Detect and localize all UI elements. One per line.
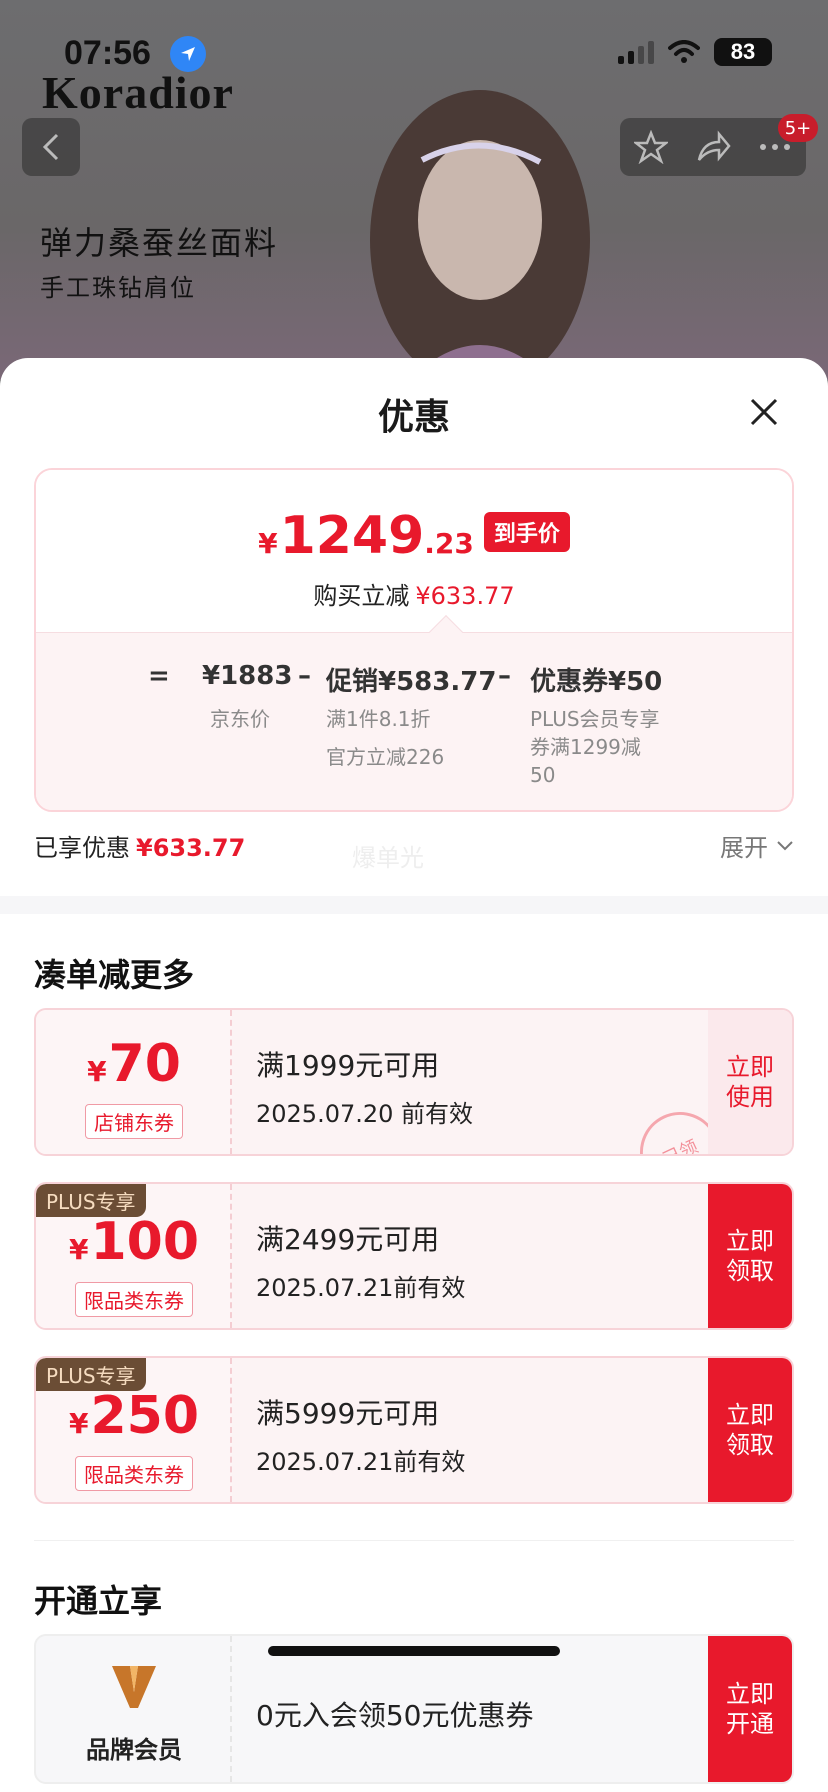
coupon-expiry: 2025.07.21前有效	[256, 1448, 466, 1476]
reduction-label: 购买立减	[313, 582, 410, 610]
price-currency: ¥	[258, 527, 278, 560]
expand-label: 展开	[720, 834, 768, 862]
coupon-card: PLUS专享 ¥100 限品类东券 满2499元可用 2025.07.21前有效…	[34, 1182, 794, 1330]
section-divider	[0, 896, 828, 914]
coupon-card: PLUS专享 ¥250 限品类东券 满5999元可用 2025.07.21前有效…	[34, 1356, 794, 1504]
coupon-condition: 满1999元可用	[256, 1049, 440, 1082]
base-price-label: 京东价	[210, 707, 270, 731]
formula-coupon: 优惠券¥50	[530, 667, 663, 697]
brand-member-card: 品牌会员 0元入会领50元优惠券 立即 开通	[34, 1634, 794, 1784]
section-separator	[34, 1540, 794, 1541]
cellular-signal-icon	[618, 40, 654, 64]
formula-promo: 促销¥583.77	[326, 667, 497, 697]
home-indicator	[268, 1646, 560, 1656]
price-decimal: .23	[424, 527, 474, 560]
coupon-expiry: 2025.07.20 前有效	[256, 1100, 474, 1128]
open-membership-button[interactable]: 立即 开通	[708, 1636, 792, 1782]
discount-sheet: 优惠 ¥ 1249 .23 到手价 购买立减 ¥633.77 = ¥1883 – …	[0, 358, 828, 1792]
coupon-card: ¥70 店铺东券 满1999元可用 2025.07.20 前有效 已领 立即 使用	[34, 1008, 794, 1156]
enjoyed-label: 已享优惠	[34, 834, 130, 862]
section-title-more: 凑单减更多	[34, 956, 195, 994]
coupon-amount: ¥70	[87, 1034, 181, 1094]
hero-feature-1: 弹力桑蚕丝面料	[40, 224, 279, 262]
formula-equals: =	[148, 661, 170, 691]
price-breakdown-card: ¥ 1249 .23 到手价 购买立减 ¥633.77 = ¥1883 – 促销¥…	[34, 468, 794, 812]
coupon-type: 限品类东券	[75, 1282, 193, 1317]
reduction-value: ¥633.77	[415, 582, 515, 610]
claim-coupon-button[interactable]: 立即 领取	[708, 1184, 792, 1328]
formula-minus: –	[498, 661, 511, 691]
promo-note-1: 满1件8.1折	[326, 707, 431, 731]
section-title-open: 开通立享	[34, 1582, 163, 1620]
final-price: ¥ 1249 .23 到手价	[36, 506, 792, 566]
coupon-expiry: 2025.07.21前有效	[256, 1274, 466, 1302]
coupon-type: 限品类东券	[75, 1456, 193, 1491]
chevron-down-icon	[777, 840, 793, 850]
brand-logo: Koradior	[42, 67, 234, 118]
close-icon[interactable]	[746, 394, 782, 430]
promo-note-2: 官方立减226	[326, 745, 445, 769]
member-name: 品牌会员	[86, 1736, 182, 1764]
brand-member-logo-icon	[112, 1666, 156, 1708]
watermark-text: 爆单光	[352, 844, 424, 872]
final-price-tag: 到手价	[483, 512, 570, 552]
enjoyed-value: ¥633.77	[136, 834, 246, 862]
battery-indicator: 83	[714, 38, 772, 66]
coupon-type: 店铺东券	[85, 1104, 183, 1139]
model-photo	[370, 90, 590, 380]
formula-area: = ¥1883 – 促销¥583.77 – 优惠券¥50 京东价 满1件8.1折…	[36, 632, 792, 810]
coupon-amount: ¥250	[68, 1386, 200, 1446]
sheet-title: 优惠	[377, 397, 450, 438]
formula-minus: –	[298, 661, 311, 691]
share-icon[interactable]	[695, 130, 731, 164]
coupon-condition: 满5999元可用	[256, 1397, 440, 1430]
price-integer: 1249	[279, 506, 425, 566]
use-coupon-button[interactable]: 立即 使用	[708, 1010, 792, 1154]
member-offer-text: 0元入会领50元优惠券	[256, 1699, 534, 1732]
star-icon[interactable]	[633, 130, 668, 164]
chevron-left-icon	[42, 133, 59, 161]
back-button[interactable]	[22, 118, 80, 176]
claim-coupon-button[interactable]: 立即 领取	[708, 1358, 792, 1502]
coupon-note: PLUS会员专享券满1299减50	[530, 707, 660, 787]
formula-base-price: ¥1883	[202, 661, 293, 691]
reduction-summary: 购买立减 ¥633.77	[36, 576, 792, 611]
status-indicators: 83	[618, 38, 772, 66]
message-badge: 5+	[778, 114, 818, 142]
coupon-condition: 满2499元可用	[256, 1223, 440, 1256]
expand-button[interactable]: 展开	[720, 828, 794, 863]
coupon-amount: ¥100	[68, 1212, 200, 1272]
hero-feature-2: 手工珠钻肩位	[40, 274, 196, 302]
more-icon[interactable]	[758, 142, 792, 152]
wifi-icon	[668, 40, 700, 63]
